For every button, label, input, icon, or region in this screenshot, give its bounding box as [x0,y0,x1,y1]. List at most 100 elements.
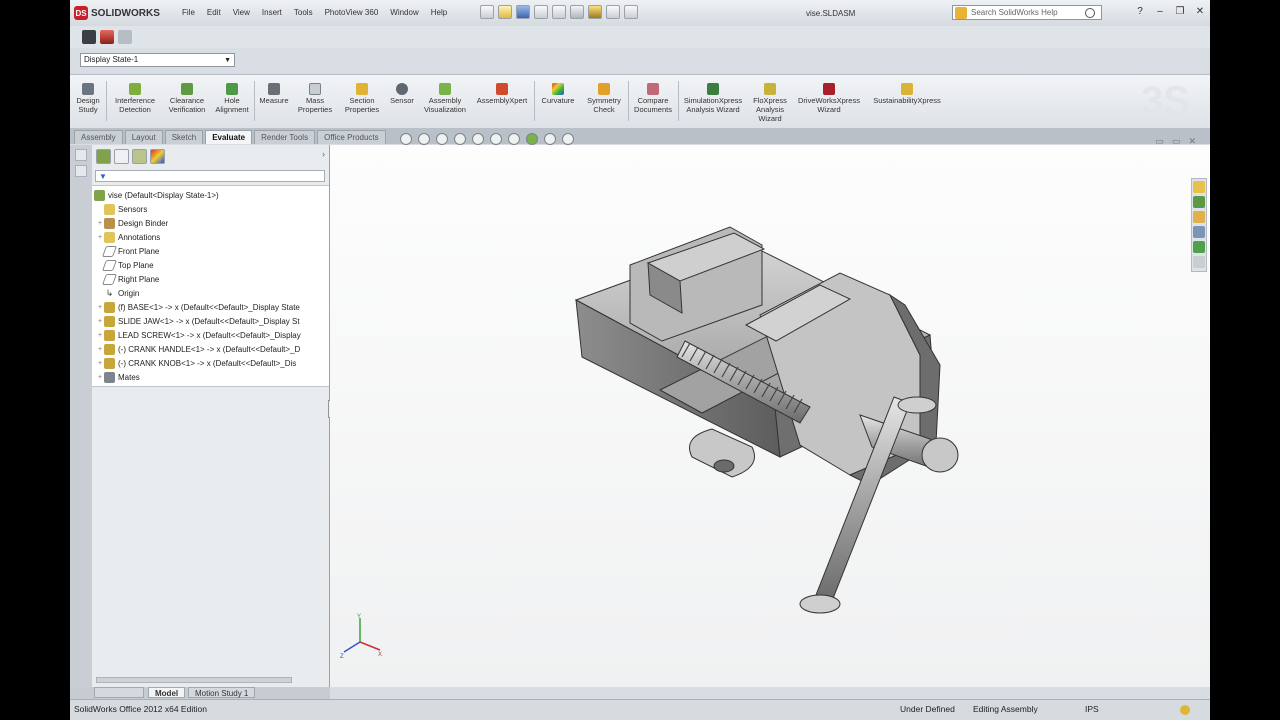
tree-item[interactable]: + Annotations [96,231,160,244]
configurationmanager-tab-icon[interactable] [132,149,147,164]
tab-render-tools[interactable]: Render Tools [254,130,316,144]
tab-sketch[interactable]: Sketch [164,130,204,144]
expand-icon[interactable]: + [96,304,104,311]
menu-photoview[interactable]: PhotoView 360 [319,8,385,17]
expand-icon[interactable]: + [96,360,104,367]
view-orientation-icon[interactable] [472,133,484,145]
close-icon[interactable]: ✕ [1194,6,1206,18]
rebuild-icon[interactable] [588,5,602,19]
edit-appearance-icon[interactable] [526,133,538,145]
display-state-dropdown[interactable]: Display State-1 ▼ [80,53,235,67]
tool-simulationxpress[interactable]: SimulationXpress Analysis Wizard [680,83,746,114]
expand-icon[interactable]: + [96,220,104,227]
tree-filter-field[interactable]: ▼ [95,170,325,182]
tab-motion-study-1[interactable]: Motion Study 1 [188,687,256,698]
displaymanager-tab-icon[interactable] [150,149,165,164]
tree-item[interactable]: Top Plane [96,259,154,272]
tree-item[interactable]: + Mates [96,371,140,384]
view-settings-icon[interactable] [562,133,574,145]
apply-scene-icon[interactable] [544,133,556,145]
status-units[interactable]: IPS [1085,704,1099,714]
tool-symmetry-check[interactable]: Symmetry Check [582,83,626,114]
tree-item[interactable]: + Design Binder [96,217,168,230]
tool-section-properties[interactable]: Section Properties [340,83,384,114]
tool-assemblyxpert[interactable]: AssemblyXpert [472,83,532,105]
viewport-close-icon[interactable]: ✕ [1188,136,1196,147]
menu-edit[interactable]: Edit [201,8,227,17]
viewport-tile-icon[interactable]: ▭ [1172,136,1181,147]
menu-window[interactable]: Window [384,8,424,17]
file-explorer-icon[interactable] [1193,211,1205,223]
zoom-to-area-icon[interactable] [418,133,430,145]
tree-item[interactable]: + LEAD SCREW<1> -> x (Default<<Default>_… [96,329,301,342]
options-icon[interactable] [624,5,638,19]
panel-collapse-icon[interactable]: › [322,149,325,167]
tree-root[interactable]: vise (Default<Display State-1>) [94,189,219,202]
help-menu-icon[interactable]: ? [1134,6,1146,18]
display-style-icon[interactable] [490,133,502,145]
tool-clearance-verification[interactable]: Clearance Verification [164,83,210,114]
appearances-icon[interactable] [1193,241,1205,253]
menu-tools[interactable]: Tools [288,8,319,17]
assembly-icon[interactable] [100,30,114,44]
tool-assembly-visualization[interactable]: Assembly Visualization [420,83,470,114]
save-icon[interactable] [516,5,530,19]
restore-icon[interactable]: ❐ [1174,6,1186,18]
tool-interference-detection[interactable]: Interference Detection [108,83,162,114]
menu-help[interactable]: Help [425,8,453,17]
tree-item[interactable]: + (-) CRANK HANDLE<1> -> x (Default<<Def… [96,343,300,356]
status-help-icon[interactable] [1180,705,1190,715]
menu-file[interactable]: File [176,8,201,17]
component-icon[interactable] [118,30,132,44]
tool-sensor[interactable]: Sensor [386,83,418,105]
tab-assembly[interactable]: Assembly [74,130,123,144]
expand-icon[interactable]: + [96,374,104,381]
tool-curvature[interactable]: Curvature [536,83,580,105]
solidworks-resources-icon[interactable] [1193,181,1205,193]
horizontal-scrollbar[interactable] [96,677,292,683]
undo-icon[interactable] [552,5,566,19]
pin-icon[interactable] [75,149,87,161]
custom-properties-icon[interactable] [1193,256,1205,268]
tool-mass-properties[interactable]: Mass Properties [294,83,336,114]
search-icon[interactable] [1085,7,1095,18]
propertymanager-tab-icon[interactable] [114,149,129,164]
hide-show-items-icon[interactable] [508,133,520,145]
print-icon[interactable] [534,5,548,19]
tab-office-products[interactable]: Office Products [317,130,386,144]
expand-icon[interactable]: + [96,332,104,339]
graphics-area[interactable] [330,145,1210,687]
file-properties-icon[interactable] [606,5,620,19]
tool-measure[interactable]: Measure [256,83,292,105]
tool-hole-alignment[interactable]: Hole Alignment [212,83,252,114]
tree-item[interactable]: Sensors [96,203,147,216]
vise-model[interactable] [330,145,1210,687]
tree-item[interactable]: Front Plane [96,245,159,258]
tab-scroll-arrows[interactable] [94,687,144,698]
expand-icon[interactable]: + [96,234,104,241]
featuremanager-tab-icon[interactable] [96,149,111,164]
tool-compare-documents[interactable]: Compare Documents [630,83,676,114]
zoom-to-fit-icon[interactable] [400,133,412,145]
help-search-field[interactable]: Search SolidWorks Help [952,5,1102,20]
select-icon[interactable] [570,5,584,19]
tab-evaluate[interactable]: Evaluate [205,130,253,144]
expand-icon[interactable]: + [96,346,104,353]
open-folder-icon[interactable] [498,5,512,19]
viewport-restore-icon[interactable]: ▭ [1155,136,1164,147]
section-view-icon[interactable] [454,133,466,145]
tool-driveworksxpress[interactable]: DriveWorksXpress Wizard [794,83,864,114]
tree-item[interactable]: + SLIDE JAW<1> -> x (Default<<Default>_D… [96,315,300,328]
tree-item[interactable]: Right Plane [96,273,159,286]
expand-icon[interactable]: + [96,318,104,325]
menu-insert[interactable]: Insert [256,8,288,17]
design-library-icon[interactable] [1193,196,1205,208]
tree-item[interactable]: + (f) BASE<1> -> x (Default<<Default>_Di… [96,301,300,314]
tree-item[interactable]: ↳ Origin [96,287,140,300]
tree-item[interactable]: + (-) CRANK KNOB<1> -> x (Default<<Defau… [96,357,296,370]
minimize-icon[interactable]: – [1154,6,1166,18]
tab-model[interactable]: Model [148,687,186,698]
tab-layout[interactable]: Layout [124,130,163,144]
tool-sustainabilityxpress[interactable]: SustainabilityXpress [868,83,946,105]
tool-design-study[interactable]: Design Study [74,83,102,114]
